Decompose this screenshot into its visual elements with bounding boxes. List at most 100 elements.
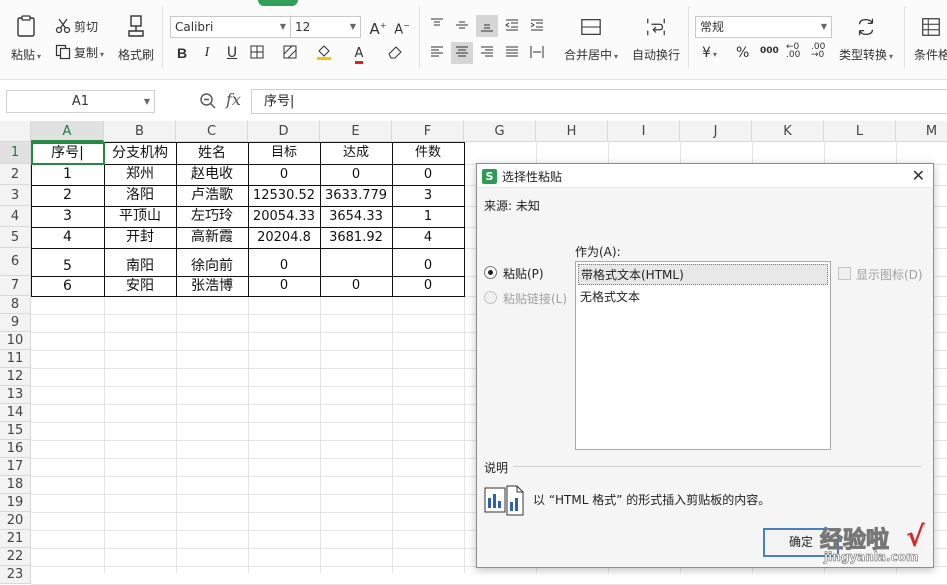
- row-header[interactable]: 12: [0, 368, 31, 386]
- table-cell[interactable]: 平顶山: [104, 206, 176, 227]
- show-icon-checkbox[interactable]: [838, 267, 851, 280]
- table-cell[interactable]: 3681.92: [320, 227, 392, 248]
- increase-decimal-button[interactable]: ←0.00: [786, 43, 800, 63]
- paste-radio[interactable]: [484, 266, 497, 279]
- close-icon[interactable]: ✕: [912, 166, 925, 185]
- row-header[interactable]: 10: [0, 332, 31, 350]
- table-cell[interactable]: 徐向前: [176, 248, 248, 276]
- increase-font-button[interactable]: A+: [367, 15, 389, 38]
- header-cell[interactable]: 目标: [248, 142, 320, 164]
- table-cell[interactable]: 3: [392, 185, 464, 206]
- wrap-text-button[interactable]: 自动换行: [628, 16, 684, 63]
- font-color-button[interactable]: A: [348, 42, 370, 64]
- column-header[interactable]: I: [608, 121, 680, 142]
- row-header[interactable]: 14: [0, 404, 31, 422]
- row-header[interactable]: 22: [0, 548, 31, 566]
- table-cell[interactable]: 南阳: [104, 248, 176, 276]
- paste-option-label[interactable]: 粘贴(P): [503, 265, 544, 282]
- table-cell[interactable]: 0: [392, 248, 464, 276]
- header-cell[interactable]: 达成: [320, 142, 392, 164]
- header-cell[interactable]: 分支机构: [104, 142, 176, 164]
- decrease-font-button[interactable]: A−: [391, 15, 413, 37]
- row-header[interactable]: 1: [0, 142, 31, 164]
- row-header[interactable]: 6: [0, 248, 31, 276]
- table-cell[interactable]: 0: [248, 248, 320, 276]
- clear-button[interactable]: [384, 42, 406, 64]
- header-cell[interactable]: 姓名: [176, 142, 248, 164]
- row-header[interactable]: 19: [0, 494, 31, 512]
- table-cell[interactable]: 0: [248, 276, 320, 296]
- column-header[interactable]: C: [176, 121, 248, 142]
- row-header[interactable]: 13: [0, 386, 31, 404]
- header-cell[interactable]: 件数: [392, 142, 464, 164]
- table-cell[interactable]: 6: [31, 276, 104, 296]
- row-header[interactable]: 11: [0, 350, 31, 368]
- column-header[interactable]: D: [248, 121, 320, 142]
- table-cell[interactable]: 洛阳: [104, 185, 176, 206]
- align-right-button[interactable]: [476, 42, 498, 64]
- column-header[interactable]: G: [464, 121, 536, 142]
- row-header[interactable]: 23: [0, 566, 31, 584]
- borders-button[interactable]: [246, 42, 268, 64]
- column-header[interactable]: M: [896, 121, 947, 142]
- fill-pattern-button[interactable]: [279, 42, 301, 64]
- table-cell[interactable]: 12530.52: [248, 185, 320, 206]
- align-left-button[interactable]: [426, 42, 448, 64]
- table-cell[interactable]: 1: [31, 164, 104, 185]
- align-bottom-button[interactable]: [476, 15, 498, 37]
- table-cell[interactable]: 3654.33: [320, 206, 392, 227]
- column-header[interactable]: B: [104, 121, 176, 142]
- bold-button[interactable]: B: [171, 42, 193, 64]
- row-header[interactable]: 20: [0, 512, 31, 530]
- number-format-select[interactable]: 常规 ▼: [695, 16, 832, 38]
- select-all-corner[interactable]: [0, 121, 31, 142]
- row-header[interactable]: 15: [0, 422, 31, 440]
- table-cell[interactable]: 安阳: [104, 276, 176, 296]
- table-cell[interactable]: 5: [31, 248, 104, 276]
- underline-button[interactable]: U: [221, 42, 243, 64]
- row-header[interactable]: 17: [0, 458, 31, 476]
- active-cell-selection[interactable]: [31, 142, 105, 165]
- decrease-decimal-button[interactable]: .00 →0: [811, 43, 825, 63]
- row-header[interactable]: 2: [0, 164, 31, 185]
- justify-button[interactable]: [501, 42, 523, 64]
- table-cell[interactable]: 高新霞: [176, 227, 248, 248]
- table-cell[interactable]: 卢浩歌: [176, 185, 248, 206]
- type-convert-button[interactable]: 类型转换 ▾: [836, 16, 896, 63]
- formula-input[interactable]: 序号|: [251, 89, 947, 114]
- name-box[interactable]: A1 ▼: [6, 90, 155, 113]
- format-painter-button[interactable]: 格式刷: [116, 14, 156, 63]
- column-header[interactable]: K: [752, 121, 824, 142]
- column-header[interactable]: F: [392, 121, 464, 142]
- table-cell[interactable]: 0: [392, 276, 464, 296]
- table-cell[interactable]: [320, 248, 392, 276]
- conditional-format-button[interactable]: 条件格: [914, 16, 947, 63]
- table-cell[interactable]: 张浩博: [176, 276, 248, 296]
- table-cell[interactable]: 20054.33: [248, 206, 320, 227]
- column-header[interactable]: A: [31, 121, 104, 142]
- paste-button[interactable]: 粘贴 ▾: [6, 14, 46, 63]
- table-cell[interactable]: 左巧玲: [176, 206, 248, 227]
- table-cell[interactable]: 20204.8: [248, 227, 320, 248]
- zoom-icon[interactable]: [199, 92, 217, 110]
- table-cell[interactable]: 3633.779: [320, 185, 392, 206]
- table-cell[interactable]: 1: [392, 206, 464, 227]
- decrease-indent-button[interactable]: [501, 15, 523, 37]
- row-header[interactable]: 8: [0, 296, 31, 314]
- row-header[interactable]: 9: [0, 314, 31, 332]
- increase-indent-button[interactable]: [526, 15, 548, 37]
- row-header[interactable]: 21: [0, 530, 31, 548]
- paste-link-option-label[interactable]: 粘贴链接(L): [503, 290, 567, 307]
- table-cell[interactable]: 3: [31, 206, 104, 227]
- table-cell[interactable]: 0: [248, 164, 320, 185]
- format-list-item[interactable]: 带格式文本(HTML): [578, 264, 828, 285]
- format-listbox[interactable]: 带格式文本(HTML) 无格式文本: [575, 261, 831, 450]
- table-cell[interactable]: 开封: [104, 227, 176, 248]
- table-cell[interactable]: 0: [320, 276, 392, 296]
- function-icon[interactable]: fx: [226, 90, 241, 109]
- fill-color-button[interactable]: [313, 42, 335, 64]
- table-cell[interactable]: 4: [392, 227, 464, 248]
- distributed-button[interactable]: [526, 42, 548, 64]
- table-cell[interactable]: 2: [31, 185, 104, 206]
- row-header[interactable]: 16: [0, 440, 31, 458]
